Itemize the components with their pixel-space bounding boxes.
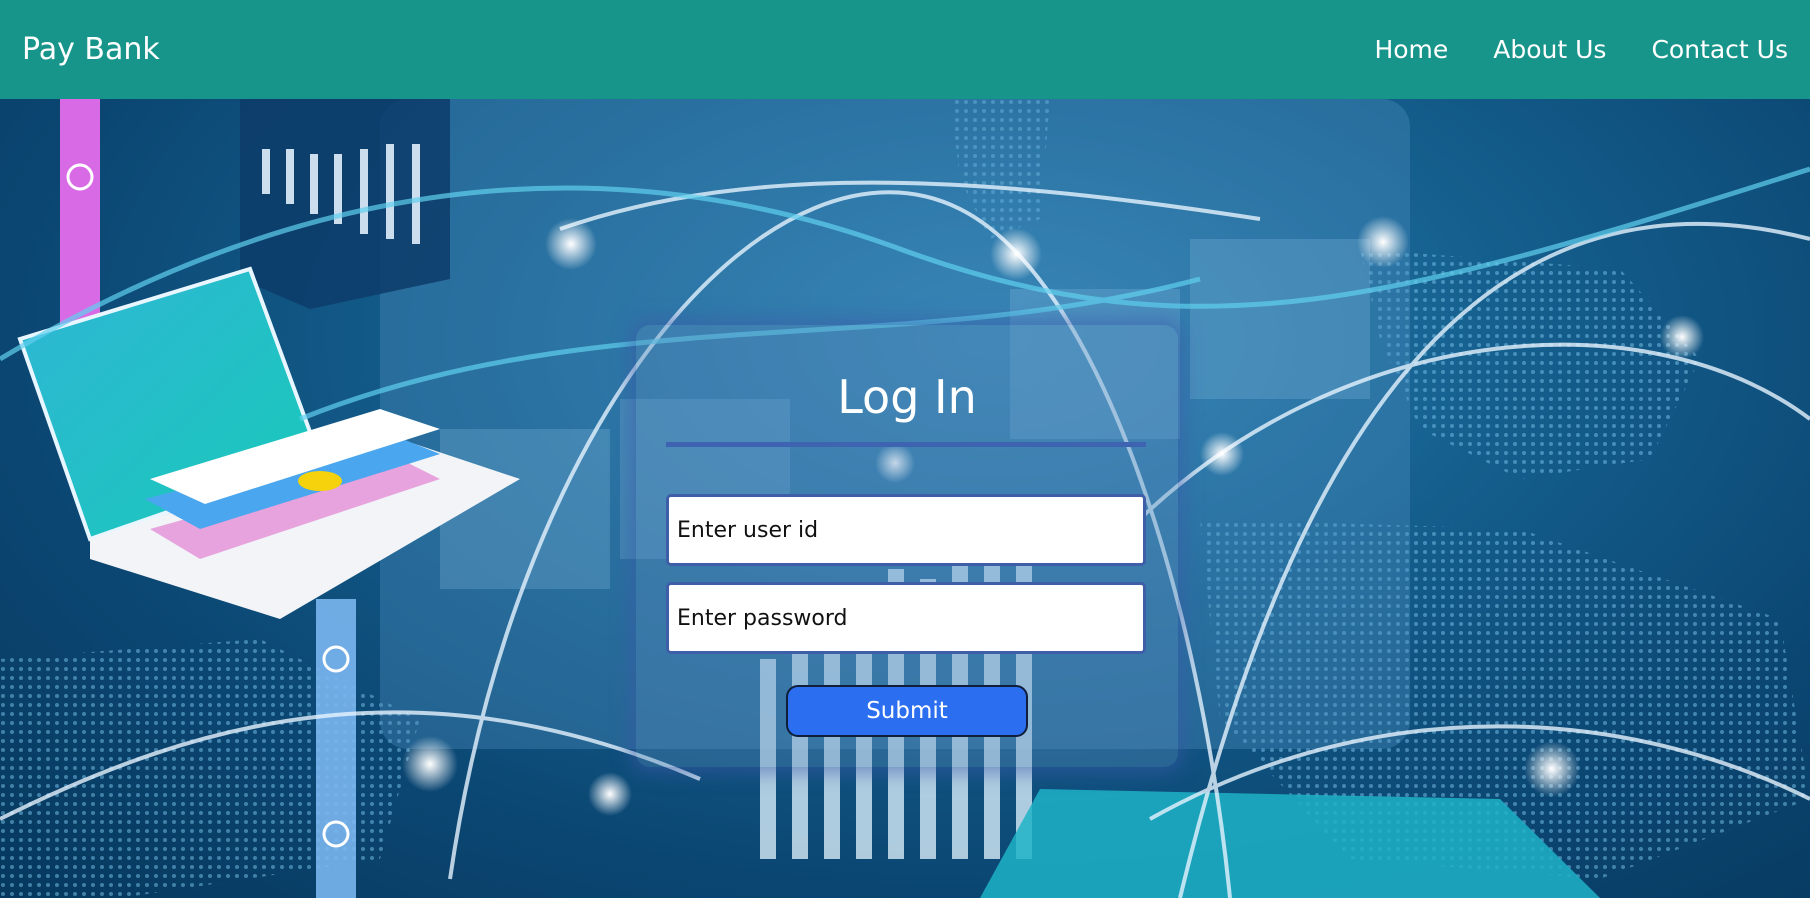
login-title: Log In — [837, 370, 977, 424]
nav-links: Home About Us Contact Us — [1374, 35, 1788, 64]
user-id-input[interactable] — [666, 494, 1146, 566]
title-divider — [666, 442, 1146, 447]
brand-logo-text[interactable]: Pay Bank — [22, 32, 160, 67]
submit-button[interactable]: Submit — [786, 685, 1028, 737]
top-navbar: Pay Bank Home About Us Contact Us — [0, 0, 1810, 99]
password-input[interactable] — [666, 582, 1146, 654]
nav-link-home[interactable]: Home — [1374, 35, 1448, 64]
nav-link-about-us[interactable]: About Us — [1493, 35, 1606, 64]
login-card: Log In Submit — [636, 325, 1178, 767]
map-dots-region — [0, 639, 420, 898]
nav-link-contact-us[interactable]: Contact Us — [1651, 35, 1788, 64]
